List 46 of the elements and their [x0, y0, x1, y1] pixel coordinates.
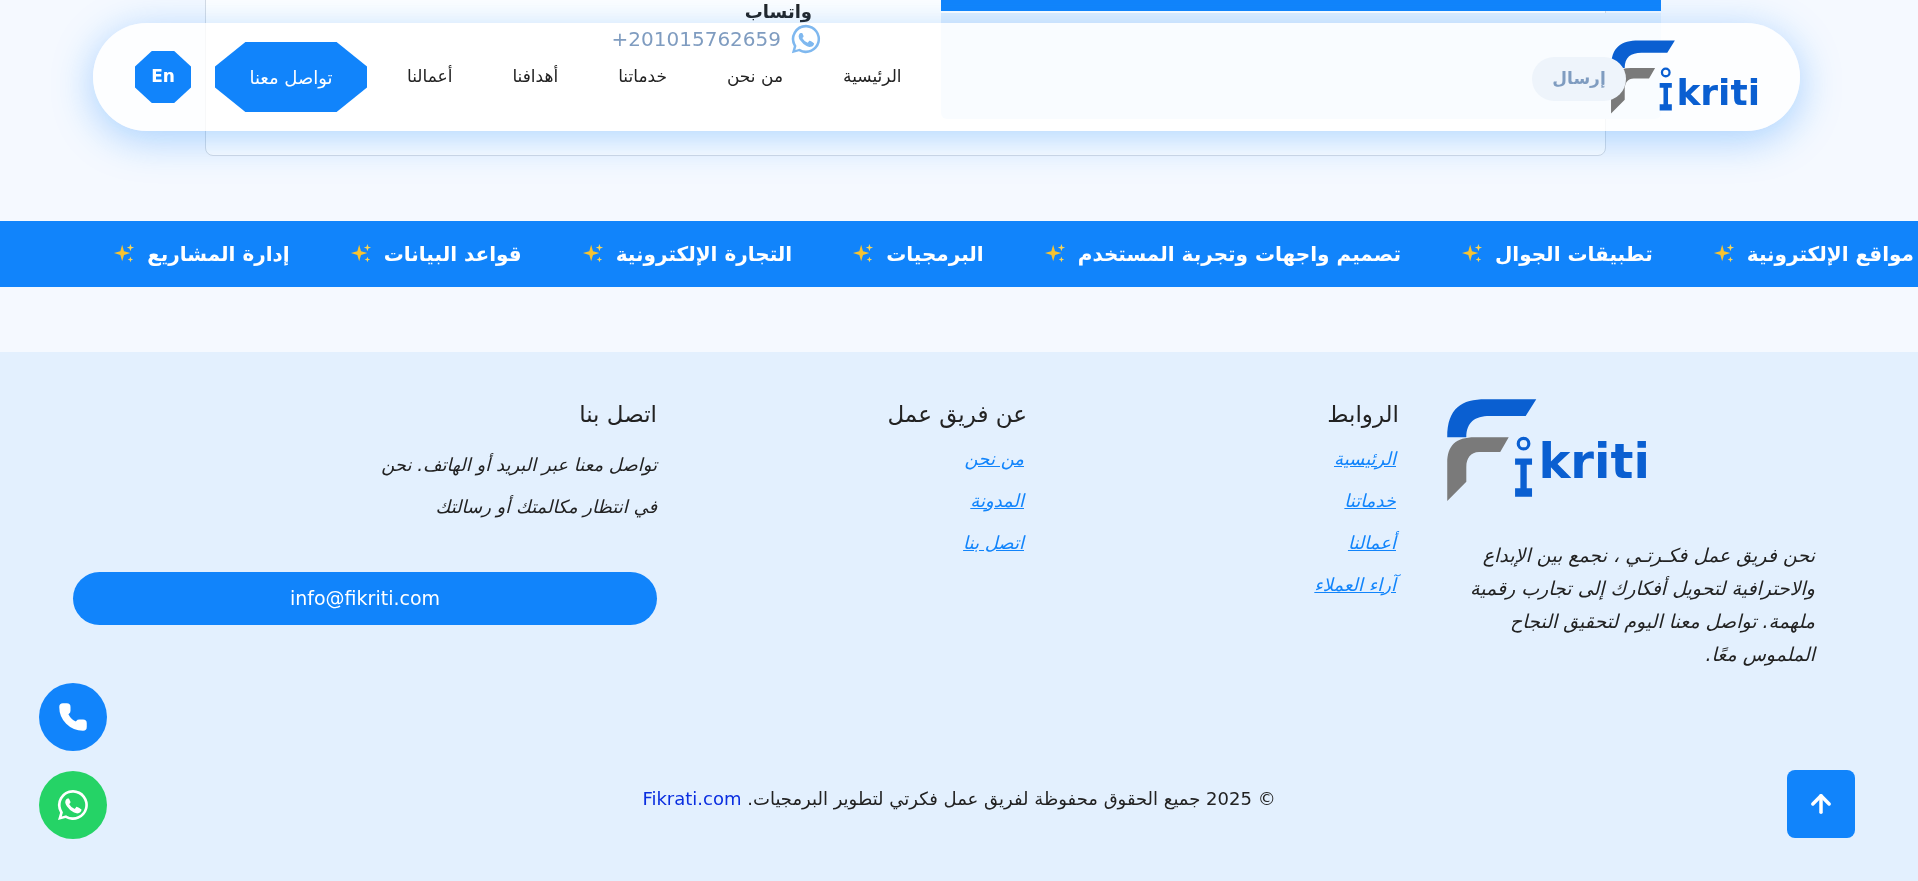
- site-link[interactable]: Fikrati.com: [642, 788, 742, 809]
- phone-number: +201015762659: [611, 26, 781, 53]
- ticker-item: قواعد البيانات: [383, 241, 522, 268]
- column-title: الروابط: [1326, 400, 1399, 430]
- ticker-item: تصميم واجهات وتجربة المستخدم: [1077, 241, 1401, 268]
- nav-link[interactable]: أهدافنا: [512, 64, 559, 90]
- sparkle-icon: [1712, 243, 1735, 265]
- sparkle-icon: [852, 243, 875, 265]
- sparkle-icon: [1460, 243, 1483, 265]
- footer-link[interactable]: اتصل بنا: [960, 527, 1027, 558]
- nav-link[interactable]: الرئيسية: [843, 64, 902, 90]
- ticker-item: إدارة المشاريع: [147, 241, 290, 268]
- footer-link[interactable]: من نحن: [961, 443, 1027, 474]
- ticker-item: مواقع الإلكترونية: [1746, 241, 1914, 268]
- ticker-item: البرمجيات: [886, 241, 984, 268]
- nav-link[interactable]: خدماتنا: [618, 64, 667, 90]
- email-button[interactable]: info@fikriti.com: [73, 571, 657, 625]
- contact-text: في انتظار مكالمتك أو رسالتك: [434, 494, 657, 520]
- logo-text: kriti: [1676, 75, 1760, 111]
- whatsapp-icon: [789, 22, 823, 56]
- column-title: عن فريق عمل: [886, 400, 1027, 430]
- ticker-item: تطبيقات الجوال: [1494, 241, 1653, 268]
- footer-link[interactable]: الرئيسية: [1331, 443, 1399, 474]
- contact-text: تواصل معنا عبر البريد أو الهاتف. نحن: [380, 452, 657, 478]
- footer-link[interactable]: أعمالنا: [1344, 527, 1399, 558]
- scroll-top-button[interactable]: [1787, 770, 1855, 838]
- send-button[interactable]: إرسال: [1532, 57, 1626, 101]
- language-button[interactable]: En: [135, 51, 191, 103]
- footer-link[interactable]: آراء العملاء: [1311, 569, 1399, 600]
- sparkle-icon: [349, 243, 372, 265]
- sparkle-icon: [1043, 243, 1066, 265]
- nav-link[interactable]: أعمالنا: [407, 64, 453, 90]
- column-title: اتصل بنا: [578, 400, 657, 429]
- ticker-item: التجارة الإلكترونية: [615, 241, 793, 268]
- about-text: نحن فريق عمل فكـرتـي ، نجمع بين الإبداع والاحترافية لتحويل أفكارك إلى تجارب رقمية ملهمة. تواصل معنا اليوم لتحقيق النجاح الملموس معًا.: [1469, 543, 1815, 668]
- nav-link[interactable]: من نحن: [726, 64, 784, 90]
- sparkle-icon: [581, 243, 604, 265]
- footer-link[interactable]: خدماتنا: [1341, 485, 1399, 516]
- phone-icon: [58, 702, 88, 732]
- footer-link[interactable]: المدونة: [967, 485, 1027, 516]
- contact-button[interactable]: تواصل معنا: [215, 42, 367, 112]
- whatsapp-label: واتساب: [744, 1, 812, 23]
- whatsapp-icon: [55, 787, 91, 823]
- sparkle-icon: [113, 243, 136, 265]
- logo-icon: [1608, 39, 1677, 115]
- logo-text: kriti: [1538, 437, 1650, 485]
